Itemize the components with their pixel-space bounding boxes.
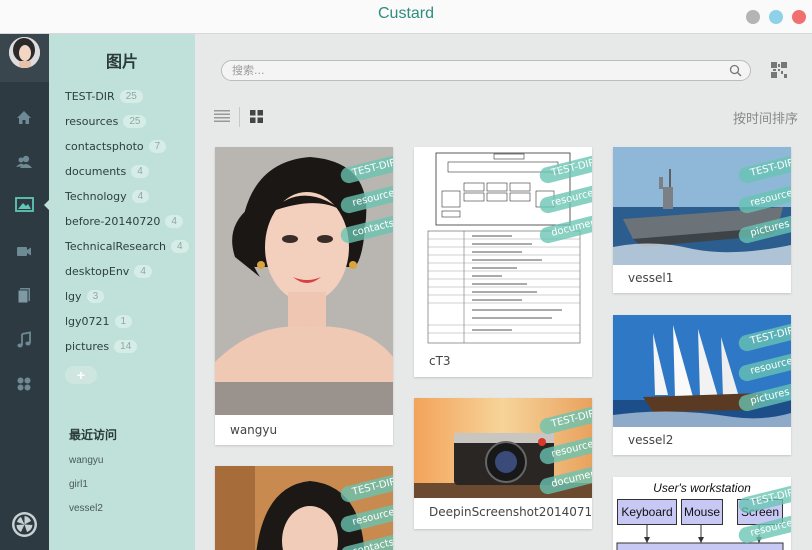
tag-label: documents bbox=[65, 165, 127, 178]
video-icon[interactable] bbox=[14, 241, 34, 261]
tag-label: resources bbox=[65, 115, 119, 128]
recent-item-wangyu[interactable]: wangyu bbox=[69, 455, 103, 466]
photo-card-wangyu[interactable]: wangyu TEST-DIR resources contactsp... bbox=[215, 147, 393, 445]
tag-count: 3 bbox=[86, 290, 105, 303]
recent-item-girl1[interactable]: girl1 bbox=[69, 479, 88, 490]
photo-thumbnail bbox=[215, 466, 393, 550]
card-caption: vessel1 bbox=[628, 271, 674, 285]
tag-label: contactsphoto bbox=[65, 140, 144, 153]
view-separator bbox=[239, 107, 240, 127]
sidebar-tag-contactsphoto[interactable]: contactsphoto 7 bbox=[65, 137, 167, 156]
tag-count: 4 bbox=[165, 215, 183, 228]
tag-label: lgy bbox=[65, 290, 82, 303]
tag-sidebar: 图片 TEST-DIR 25 resources 25 contactsphoto 7… bbox=[49, 34, 195, 550]
tag-count: 4 bbox=[170, 240, 189, 253]
tag-label: desktopEnv bbox=[65, 265, 130, 278]
tag-label: TechnicalResearch bbox=[65, 240, 166, 253]
photo-card-vessel2[interactable]: vessel2 TEST-DIR resources pictures bbox=[613, 315, 791, 455]
photo-card-vessel1[interactable]: vessel1 TEST-DIR resources pictures bbox=[613, 147, 791, 293]
diagram-box-keyboard: Keyboard bbox=[617, 499, 677, 525]
sidebar-tag-test-dir[interactable]: TEST-DIR 25 bbox=[65, 87, 143, 106]
card-caption: cT3 bbox=[429, 354, 451, 368]
nav-rail bbox=[0, 34, 49, 550]
sidebar-tag-desktopenv[interactable]: desktopEnv 4 bbox=[65, 262, 152, 281]
maximize-button[interactable] bbox=[769, 10, 783, 24]
sidebar-heading: 图片 bbox=[105, 52, 138, 71]
tag-label: Technology bbox=[65, 190, 127, 203]
tag-count: 25 bbox=[119, 90, 143, 103]
minimize-button[interactable] bbox=[746, 10, 760, 24]
tag-count: 4 bbox=[131, 165, 149, 178]
tag-count: 4 bbox=[134, 265, 152, 278]
recent-heading: 最近访问 bbox=[69, 428, 118, 442]
music-icon[interactable] bbox=[14, 330, 34, 350]
tag-count: 14 bbox=[114, 340, 138, 353]
card-caption: vessel2 bbox=[628, 433, 674, 447]
pictures-tab[interactable] bbox=[0, 188, 49, 222]
add-tag-button[interactable]: + bbox=[65, 366, 97, 384]
photo-card-girl[interactable]: TEST-DIR resources contactsp... bbox=[215, 466, 393, 550]
search-icon[interactable] bbox=[729, 64, 742, 77]
tag-label: before-20140720 bbox=[65, 215, 161, 228]
sort-by-time-button[interactable]: 按时间排序 bbox=[733, 108, 798, 127]
card-caption: wangyu bbox=[230, 423, 278, 437]
contacts-icon[interactable] bbox=[14, 152, 34, 172]
list-view-icon[interactable] bbox=[214, 109, 230, 123]
recent-item-vessel2[interactable]: vessel2 bbox=[69, 503, 103, 514]
photo-card-deepinscreenshot[interactable]: DeepinScreenshot2014071... TEST-DIR reso… bbox=[414, 398, 592, 529]
photo-card-ct3[interactable]: cT3 TEST-DIR resources documents bbox=[414, 147, 592, 377]
sidebar-tag-technicalresearch[interactable]: TechnicalResearch 4 bbox=[65, 237, 189, 256]
sidebar-tag-before-20140720[interactable]: before-20140720 4 bbox=[65, 212, 183, 231]
tag-label: TEST-DIR bbox=[65, 90, 115, 103]
photo-thumbnail bbox=[215, 147, 393, 415]
app-title: Custard bbox=[377, 5, 435, 22]
documents-icon[interactable] bbox=[14, 285, 34, 305]
diagram-thumbnail: User's workstation Keyboard Mouse Screen bbox=[613, 477, 791, 550]
close-button[interactable] bbox=[792, 10, 806, 24]
search-input[interactable] bbox=[232, 63, 722, 78]
tag-label: pictures bbox=[65, 340, 110, 353]
grid-view-icon[interactable] bbox=[250, 110, 263, 123]
app-logo-icon[interactable] bbox=[12, 512, 37, 537]
sidebar-tag-lgy[interactable]: lgy 3 bbox=[65, 287, 105, 306]
sidebar-tag-resources[interactable]: resources 25 bbox=[65, 112, 147, 131]
title-bar: Custard bbox=[0, 0, 812, 34]
avatar[interactable] bbox=[9, 37, 40, 68]
card-caption: DeepinScreenshot2014071... bbox=[429, 505, 592, 519]
apps-icon[interactable] bbox=[14, 374, 34, 394]
home-icon[interactable] bbox=[14, 108, 34, 128]
diagram-box-mouse: Mouse bbox=[681, 499, 723, 525]
qr-code-icon[interactable] bbox=[771, 62, 787, 78]
sidebar-tag-lgy0721[interactable]: lgy0721 1 bbox=[65, 312, 133, 331]
sidebar-tag-pictures[interactable]: pictures 14 bbox=[65, 337, 138, 356]
tag-label: lgy0721 bbox=[65, 315, 110, 328]
tag-count: 25 bbox=[123, 115, 147, 128]
sidebar-tag-documents[interactable]: documents 4 bbox=[65, 162, 149, 181]
sidebar-tag-technology[interactable]: Technology 4 bbox=[65, 187, 150, 206]
photo-card-workstation[interactable]: User's workstation Keyboard Mouse Screen… bbox=[613, 477, 791, 550]
search-box[interactable] bbox=[221, 60, 751, 81]
tag-count: 1 bbox=[114, 315, 133, 328]
tag-count: 4 bbox=[131, 190, 150, 203]
main-content: 按时间排序 wangyu TEST-DIR resources cont bbox=[195, 34, 812, 550]
tag-count: 7 bbox=[148, 140, 167, 153]
